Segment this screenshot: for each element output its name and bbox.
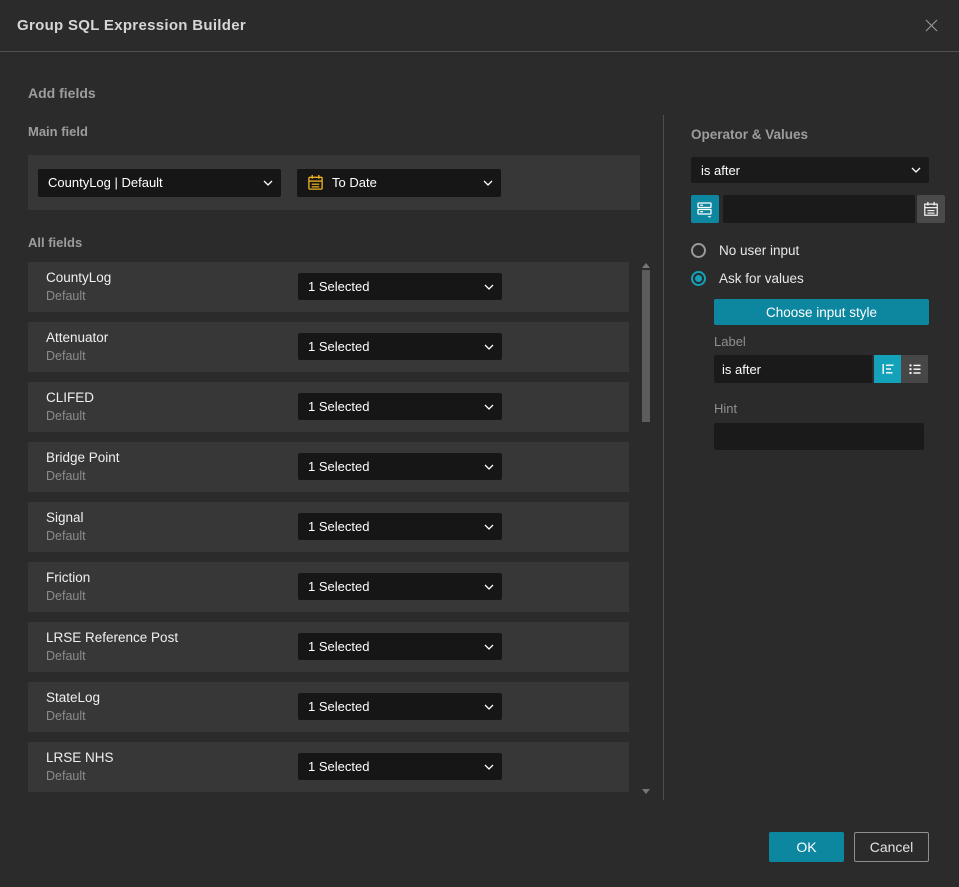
list-scrollbar[interactable]	[640, 260, 652, 797]
radio-ask-for-values[interactable]: Ask for values	[691, 271, 930, 286]
field-selected-value: 1 Selected	[308, 459, 370, 474]
calendar-icon	[923, 201, 939, 217]
chevron-down-icon	[483, 180, 493, 186]
radio-circle-icon	[691, 271, 706, 286]
list-style-icon	[907, 361, 923, 377]
label-field-label: Label	[714, 334, 746, 349]
field-selected-value: 1 Selected	[308, 399, 370, 414]
titlebar: Group SQL Expression Builder	[0, 0, 959, 52]
field-selected-dropdown[interactable]: 1 Selected	[298, 573, 502, 600]
main-field-panel: CountyLog | Default To Date	[28, 155, 640, 210]
field-selected-value: 1 Selected	[308, 579, 370, 594]
field-selected-value: 1 Selected	[308, 519, 370, 534]
text-style-toggle[interactable]	[874, 355, 901, 383]
field-row: CLIFED Default 1 Selected	[28, 382, 629, 432]
footer: OK Cancel	[769, 832, 929, 862]
field-selected-dropdown[interactable]: 1 Selected	[298, 693, 502, 720]
calendar-icon	[307, 174, 324, 191]
chevron-down-icon	[484, 404, 494, 410]
field-selected-dropdown[interactable]: 1 Selected	[298, 273, 502, 300]
radio-circle-icon	[691, 243, 706, 258]
chevron-down-icon	[484, 464, 494, 470]
field-selected-dropdown[interactable]: 1 Selected	[298, 393, 502, 420]
operator-values-heading: Operator & Values	[691, 127, 809, 142]
field-selected-value: 1 Selected	[308, 279, 370, 294]
dialog-title: Group SQL Expression Builder	[17, 17, 246, 34]
radio-label: No user input	[719, 243, 800, 258]
hint-input[interactable]	[714, 423, 924, 450]
cancel-button[interactable]: Cancel	[854, 832, 929, 862]
set-values-icon	[696, 200, 714, 218]
field-selected-dropdown[interactable]: 1 Selected	[298, 453, 502, 480]
field-row: Friction Default 1 Selected	[28, 562, 629, 612]
calendar-button[interactable]	[917, 195, 945, 223]
value-row	[691, 195, 945, 223]
field-selected-dropdown[interactable]: 1 Selected	[298, 513, 502, 540]
field-row: Signal Default 1 Selected	[28, 502, 629, 552]
main-field-select-value: CountyLog | Default	[48, 175, 163, 190]
chevron-down-icon	[263, 180, 273, 186]
close-icon[interactable]	[924, 18, 939, 33]
scroll-up-icon[interactable]	[642, 263, 650, 268]
field-row: LRSE Reference Post Default 1 Selected	[28, 622, 629, 672]
field-row: StateLog Default 1 Selected	[28, 682, 629, 732]
field-selected-value: 1 Selected	[308, 639, 370, 654]
chevron-down-icon	[484, 644, 494, 650]
label-row	[714, 355, 930, 383]
field-row: LRSE NHS Default 1 Selected	[28, 742, 629, 792]
field-selected-dropdown[interactable]: 1 Selected	[298, 633, 502, 660]
operator-select-value: is after	[701, 162, 741, 178]
chevron-down-icon	[484, 344, 494, 350]
all-fields-label: All fields	[28, 235, 83, 250]
chevron-down-icon	[484, 524, 494, 530]
user-input-radios: No user input Ask for values	[691, 243, 930, 286]
date-field-select-value: To Date	[332, 175, 377, 190]
add-fields-heading: Add fields	[28, 85, 96, 101]
scroll-down-icon[interactable]	[642, 789, 650, 794]
ok-button[interactable]: OK	[769, 832, 844, 862]
chevron-down-icon	[484, 584, 494, 590]
field-selected-value: 1 Selected	[308, 699, 370, 714]
field-selected-value: 1 Selected	[308, 759, 370, 774]
chevron-down-icon	[484, 764, 494, 770]
choose-input-style-button[interactable]: Choose input style	[714, 299, 929, 325]
field-selected-dropdown[interactable]: 1 Selected	[298, 333, 502, 360]
operator-select[interactable]: is after	[691, 157, 929, 183]
field-row: CountyLog Default 1 Selected	[28, 262, 629, 312]
scroll-thumb[interactable]	[642, 270, 650, 422]
list-style-toggle[interactable]	[901, 355, 928, 383]
date-field-select[interactable]: To Date	[297, 168, 501, 197]
value-input[interactable]	[723, 195, 915, 223]
hint-label: Hint	[714, 401, 738, 416]
main-field-label: Main field	[28, 124, 88, 139]
operator-values-panel: Operator & Values is after No user input…	[691, 127, 945, 450]
main-field-select[interactable]: CountyLog | Default	[38, 168, 281, 197]
panel-divider	[663, 115, 664, 800]
radio-label: Ask for values	[719, 271, 804, 286]
group-sql-expression-builder-dialog: Group SQL Expression Builder Add fields …	[0, 0, 959, 887]
set-values-button[interactable]	[691, 195, 719, 223]
chevron-down-icon	[484, 284, 494, 290]
all-fields-list: CountyLog Default 1 Selected Attenuator …	[28, 258, 629, 797]
field-row: Attenuator Default 1 Selected	[28, 322, 629, 372]
chevron-down-icon	[911, 167, 921, 173]
field-selected-value: 1 Selected	[308, 339, 370, 354]
text-style-icon	[880, 361, 896, 377]
field-selected-dropdown[interactable]: 1 Selected	[298, 753, 502, 780]
label-input[interactable]	[714, 355, 872, 383]
field-row: Bridge Point Default 1 Selected	[28, 442, 629, 492]
radio-no-user-input[interactable]: No user input	[691, 243, 930, 258]
chevron-down-icon	[484, 704, 494, 710]
